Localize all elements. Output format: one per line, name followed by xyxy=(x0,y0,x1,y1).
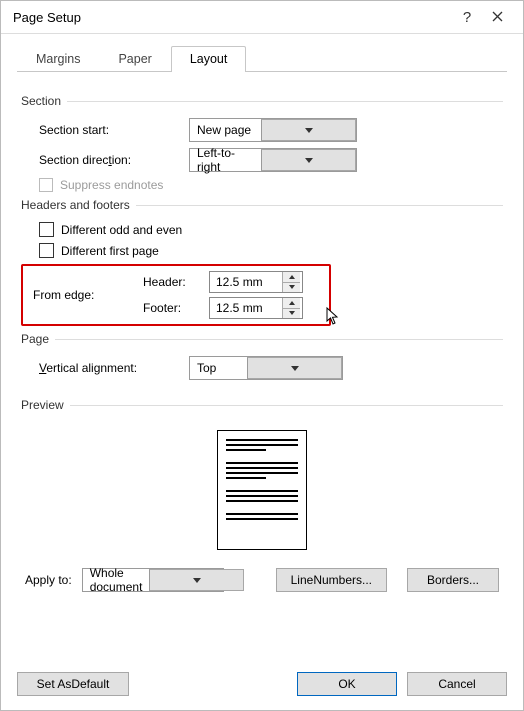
from-edge-label: From edge: xyxy=(33,288,143,302)
from-edge-highlight: From edge: Header: Footer: xyxy=(21,264,331,326)
row-vertical-alignment: Vertical alignment: Top xyxy=(21,356,503,380)
apply-to-value: Whole document xyxy=(83,566,150,594)
tab-strip: Margins Paper Layout xyxy=(17,44,507,72)
help-icon[interactable]: ? xyxy=(455,9,479,26)
chevron-down-icon[interactable] xyxy=(261,149,356,171)
tab-layout[interactable]: Layout xyxy=(171,46,247,72)
section-start-label: Section start: xyxy=(39,123,189,137)
chevron-down-icon[interactable] xyxy=(247,357,342,379)
spin-up-icon[interactable] xyxy=(283,298,300,309)
footer-label: Footer: xyxy=(143,301,201,315)
divider xyxy=(55,339,503,340)
diff-odd-even-checkbox[interactable] xyxy=(39,222,54,237)
group-preview: Preview xyxy=(21,398,503,412)
row-diff-odd-even: Different odd and even xyxy=(21,222,503,237)
page-preview-icon xyxy=(217,430,307,550)
set-as-default-button[interactable]: Set As Default xyxy=(17,672,129,696)
group-section-label: Section xyxy=(21,94,61,108)
row-suppress-endnotes: Suppress endnotes xyxy=(21,178,503,192)
dialog-title: Page Setup xyxy=(13,10,455,25)
spin-up-icon[interactable] xyxy=(283,272,300,283)
header-label: Header: xyxy=(143,275,201,289)
apply-to-label: Apply to: xyxy=(25,573,72,587)
valign-select[interactable]: Top xyxy=(189,356,343,380)
chevron-down-icon[interactable] xyxy=(261,119,356,141)
header-input[interactable] xyxy=(210,272,282,292)
spin-down-icon[interactable] xyxy=(283,309,300,319)
section-direction-select[interactable]: Left-to-right xyxy=(189,148,357,172)
dialog-titlebar: Page Setup ? xyxy=(1,1,523,34)
group-headers-footers: Headers and footers xyxy=(21,198,503,212)
valign-label: Vertical alignment: xyxy=(39,361,189,375)
group-hf-label: Headers and footers xyxy=(21,198,130,212)
close-icon[interactable] xyxy=(479,9,515,26)
group-section: Section xyxy=(21,94,503,108)
apply-row: Apply to: Whole document Line Numbers...… xyxy=(21,568,503,592)
row-diff-first: Different first page xyxy=(21,243,503,258)
tab-paper[interactable]: Paper xyxy=(99,46,170,72)
group-page: Page xyxy=(21,332,503,346)
suppress-endnotes-label: Suppress endnotes xyxy=(60,178,163,192)
valign-value: Top xyxy=(190,361,247,375)
diff-first-checkbox[interactable] xyxy=(39,243,54,258)
borders-button[interactable]: Borders... xyxy=(407,568,499,592)
diff-odd-even-label: Different odd and even xyxy=(61,223,182,237)
divider xyxy=(70,405,503,406)
chevron-down-icon[interactable] xyxy=(149,569,244,591)
section-start-select[interactable]: New page xyxy=(189,118,357,142)
line-numbers-button[interactable]: Line Numbers... xyxy=(276,568,387,592)
ok-button[interactable]: OK xyxy=(297,672,397,696)
spin-down-icon[interactable] xyxy=(283,283,300,293)
tab-margins[interactable]: Margins xyxy=(17,46,99,72)
section-direction-value: Left-to-right xyxy=(190,146,261,174)
row-footer-margin: Footer: xyxy=(143,297,303,319)
header-spin[interactable] xyxy=(209,271,303,293)
suppress-endnotes-checkbox xyxy=(39,178,53,192)
footer-spin[interactable] xyxy=(209,297,303,319)
dialog-button-row: Set As Default OK Cancel xyxy=(17,672,507,696)
cancel-button[interactable]: Cancel xyxy=(407,672,507,696)
row-header-margin: Header: xyxy=(143,271,303,293)
row-section-direction: Section direction: Left-to-right xyxy=(21,148,503,172)
footer-input[interactable] xyxy=(210,298,282,318)
preview-area xyxy=(21,422,503,568)
group-page-label: Page xyxy=(21,332,49,346)
divider xyxy=(136,205,503,206)
diff-first-label: Different first page xyxy=(61,244,159,258)
row-section-start: Section start: New page xyxy=(21,118,503,142)
section-start-value: New page xyxy=(190,123,261,137)
section-direction-label: Section direction: xyxy=(39,153,189,167)
apply-to-select[interactable]: Whole document xyxy=(82,568,224,592)
group-preview-label: Preview xyxy=(21,398,64,412)
divider xyxy=(67,101,503,102)
